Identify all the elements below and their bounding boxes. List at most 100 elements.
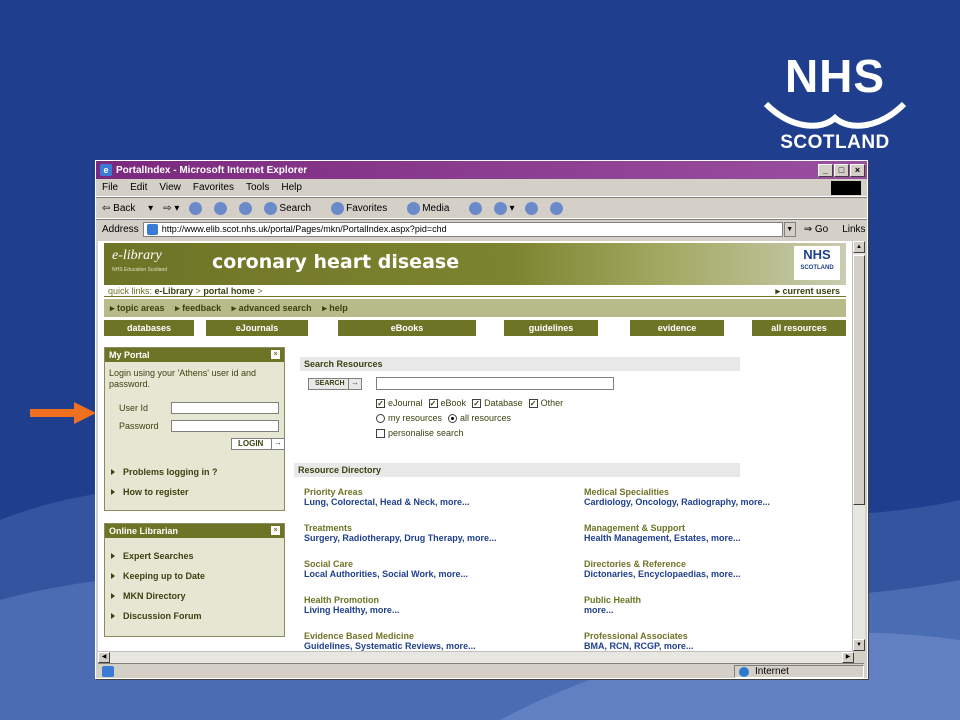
directory-item-desc: Cardiology, Oncology, Radiography, more.…: [584, 497, 771, 507]
back-button[interactable]: ⇦ Back ▾: [102, 203, 153, 214]
mail-button[interactable]: ▾: [494, 201, 515, 215]
browser-window: e PortalIndex - Microsoft Internet Explo…: [95, 160, 868, 679]
scope-my-resources-option[interactable]: my resources: [376, 413, 442, 424]
discussion-forum-link[interactable]: Discussion Forum: [105, 606, 284, 626]
resource-directory-section: Resource Directory Priority Areas Lung, …: [294, 463, 834, 651]
minimize-button[interactable]: _: [818, 163, 833, 177]
close-panel-icon[interactable]: ×: [271, 526, 280, 535]
close-panel-icon[interactable]: ×: [271, 350, 280, 359]
tab-ejournals[interactable]: eJournals: [206, 320, 308, 336]
media-button[interactable]: Media: [407, 201, 459, 215]
go-button[interactable]: ⇒ Go: [804, 224, 829, 235]
user-id-input[interactable]: [171, 402, 279, 414]
address-bar: Address http://www.elib.scot.nhs.uk/port…: [96, 219, 867, 239]
windows-logo-icon: [831, 181, 861, 195]
password-label: Password: [119, 421, 159, 431]
problems-logging-in-link[interactable]: Problems logging in ?: [105, 462, 284, 482]
favorites-label: Favorites: [346, 202, 388, 214]
mkn-directory-link[interactable]: MKN Directory: [105, 586, 284, 606]
vertical-scrollbar[interactable]: ▲ ▼: [852, 241, 865, 651]
directory-item[interactable]: Public Health more...: [584, 595, 641, 615]
keeping-up-to-date-link[interactable]: Keeping up to Date: [105, 566, 284, 586]
elibrary-logo-text: e-library: [112, 248, 162, 263]
refresh-button[interactable]: [214, 201, 229, 215]
directory-item[interactable]: Medical Specialities Cardiology, Oncolog…: [584, 487, 770, 507]
expert-searches-link[interactable]: Expert Searches: [105, 546, 284, 566]
search-button[interactable]: Search: [264, 201, 321, 215]
directory-item[interactable]: Priority Areas Lung, Colorectal, Head & …: [304, 487, 470, 507]
scroll-up-icon[interactable]: ▲: [853, 241, 865, 253]
menu-tools[interactable]: Tools: [246, 182, 269, 193]
history-button[interactable]: [469, 201, 484, 215]
scroll-down-icon[interactable]: ▼: [853, 639, 865, 651]
checkbox-icon: [376, 429, 385, 439]
address-dropdown-button[interactable]: ▼: [783, 222, 796, 237]
directory-item[interactable]: Management & Support Health Management, …: [584, 523, 741, 543]
stop-button[interactable]: [189, 201, 204, 215]
how-to-register-link[interactable]: How to register: [105, 482, 284, 502]
links-button[interactable]: Links: [842, 224, 865, 235]
online-librarian-panel: Online Librarian × Expert Searches Keepi…: [104, 523, 285, 637]
directory-item-heading: Health Promotion: [304, 595, 380, 605]
directory-item[interactable]: Directories & Reference Dictonaries, Enc…: [584, 559, 741, 579]
elibrary-logo[interactable]: e-library NHS Education Scotland: [112, 249, 167, 277]
menu-edit[interactable]: Edit: [130, 182, 147, 193]
menu-view[interactable]: View: [159, 182, 181, 193]
directory-item-heading: Directories & Reference: [584, 559, 687, 569]
address-label: Address: [102, 224, 139, 235]
tab-evidence[interactable]: evidence: [630, 320, 724, 336]
forward-button[interactable]: ⇨ ▾: [163, 203, 179, 214]
personalise-search-option[interactable]: personalise search: [376, 428, 464, 439]
directory-item[interactable]: Social Care Local Authorities, Social Wo…: [304, 559, 468, 579]
nav-advanced-search[interactable]: ▸ advanced search: [232, 303, 312, 313]
home-button[interactable]: [239, 201, 254, 215]
site-logo-scotland: SCOTLAND: [800, 265, 834, 271]
directory-item-heading: Management & Support: [584, 523, 686, 533]
login-button[interactable]: LOGIN: [231, 438, 285, 450]
quick-link-sep: >: [193, 286, 204, 296]
type-other-option[interactable]: ✓ Other: [528, 398, 563, 409]
nav-help[interactable]: ▸ help: [322, 303, 348, 313]
tab-ebooks[interactable]: eBooks: [338, 320, 476, 336]
search-input[interactable]: [376, 377, 614, 390]
current-users-link[interactable]: ▸ current users: [775, 285, 840, 297]
radio-icon: [376, 414, 385, 424]
password-input[interactable]: [171, 420, 279, 432]
directory-item[interactable]: Professional Associates BMA, RCN, RCGP, …: [584, 631, 693, 651]
close-button[interactable]: ×: [850, 163, 865, 177]
nav-topic-areas[interactable]: ▸ topic areas: [110, 303, 165, 313]
menu-help[interactable]: Help: [281, 182, 302, 193]
scope-all-resources-option[interactable]: all resources: [448, 413, 511, 424]
quick-link-portal-home[interactable]: portal home: [203, 286, 255, 296]
scroll-right-icon[interactable]: ▶: [842, 652, 854, 663]
type-ebook-option[interactable]: ✓ eBook: [428, 398, 466, 409]
toolbar: ⇦ Back ▾ ⇨ ▾ Search Favorites Media ▾: [96, 197, 867, 219]
directory-item-heading: Social Care: [304, 559, 354, 569]
tab-databases[interactable]: databases: [104, 320, 194, 336]
search-submit-button[interactable]: SEARCH: [308, 377, 362, 390]
directory-item[interactable]: Evidence Based Medicine Guidelines, Syst…: [304, 631, 476, 651]
logo-nhs-text: NHS: [784, 50, 886, 102]
menu-file[interactable]: File: [102, 182, 118, 193]
tab-guidelines[interactable]: guidelines: [504, 320, 598, 336]
quick-link-elibrary[interactable]: e-Library: [155, 286, 194, 296]
directory-item-desc: Living Healthy, more...: [304, 605, 400, 615]
back-label: Back: [113, 202, 136, 214]
type-ejournal-option[interactable]: ✓ eJournal: [376, 398, 423, 409]
menu-favorites[interactable]: Favorites: [193, 182, 234, 193]
scroll-thumb[interactable]: [853, 255, 865, 505]
logo-wave-icon: [763, 101, 907, 129]
tab-all-resources[interactable]: all resources: [752, 320, 846, 336]
history-icon: [469, 201, 483, 215]
edit-button[interactable]: [549, 201, 565, 215]
horizontal-scrollbar[interactable]: ◀ ▶: [98, 651, 854, 663]
directory-item[interactable]: Health Promotion Living Healthy, more...: [304, 595, 399, 615]
favorites-button[interactable]: Favorites: [331, 201, 397, 215]
address-input[interactable]: http://www.elib.scot.nhs.uk/portal/Pages…: [142, 222, 783, 237]
maximize-button[interactable]: □: [834, 163, 849, 177]
nav-feedback[interactable]: ▸ feedback: [175, 303, 221, 313]
scroll-left-icon[interactable]: ◀: [98, 652, 110, 663]
type-database-option[interactable]: ✓ Database: [472, 398, 523, 409]
directory-item[interactable]: Treatments Surgery, Radiotherapy, Drug T…: [304, 523, 497, 543]
print-button[interactable]: [524, 201, 540, 215]
